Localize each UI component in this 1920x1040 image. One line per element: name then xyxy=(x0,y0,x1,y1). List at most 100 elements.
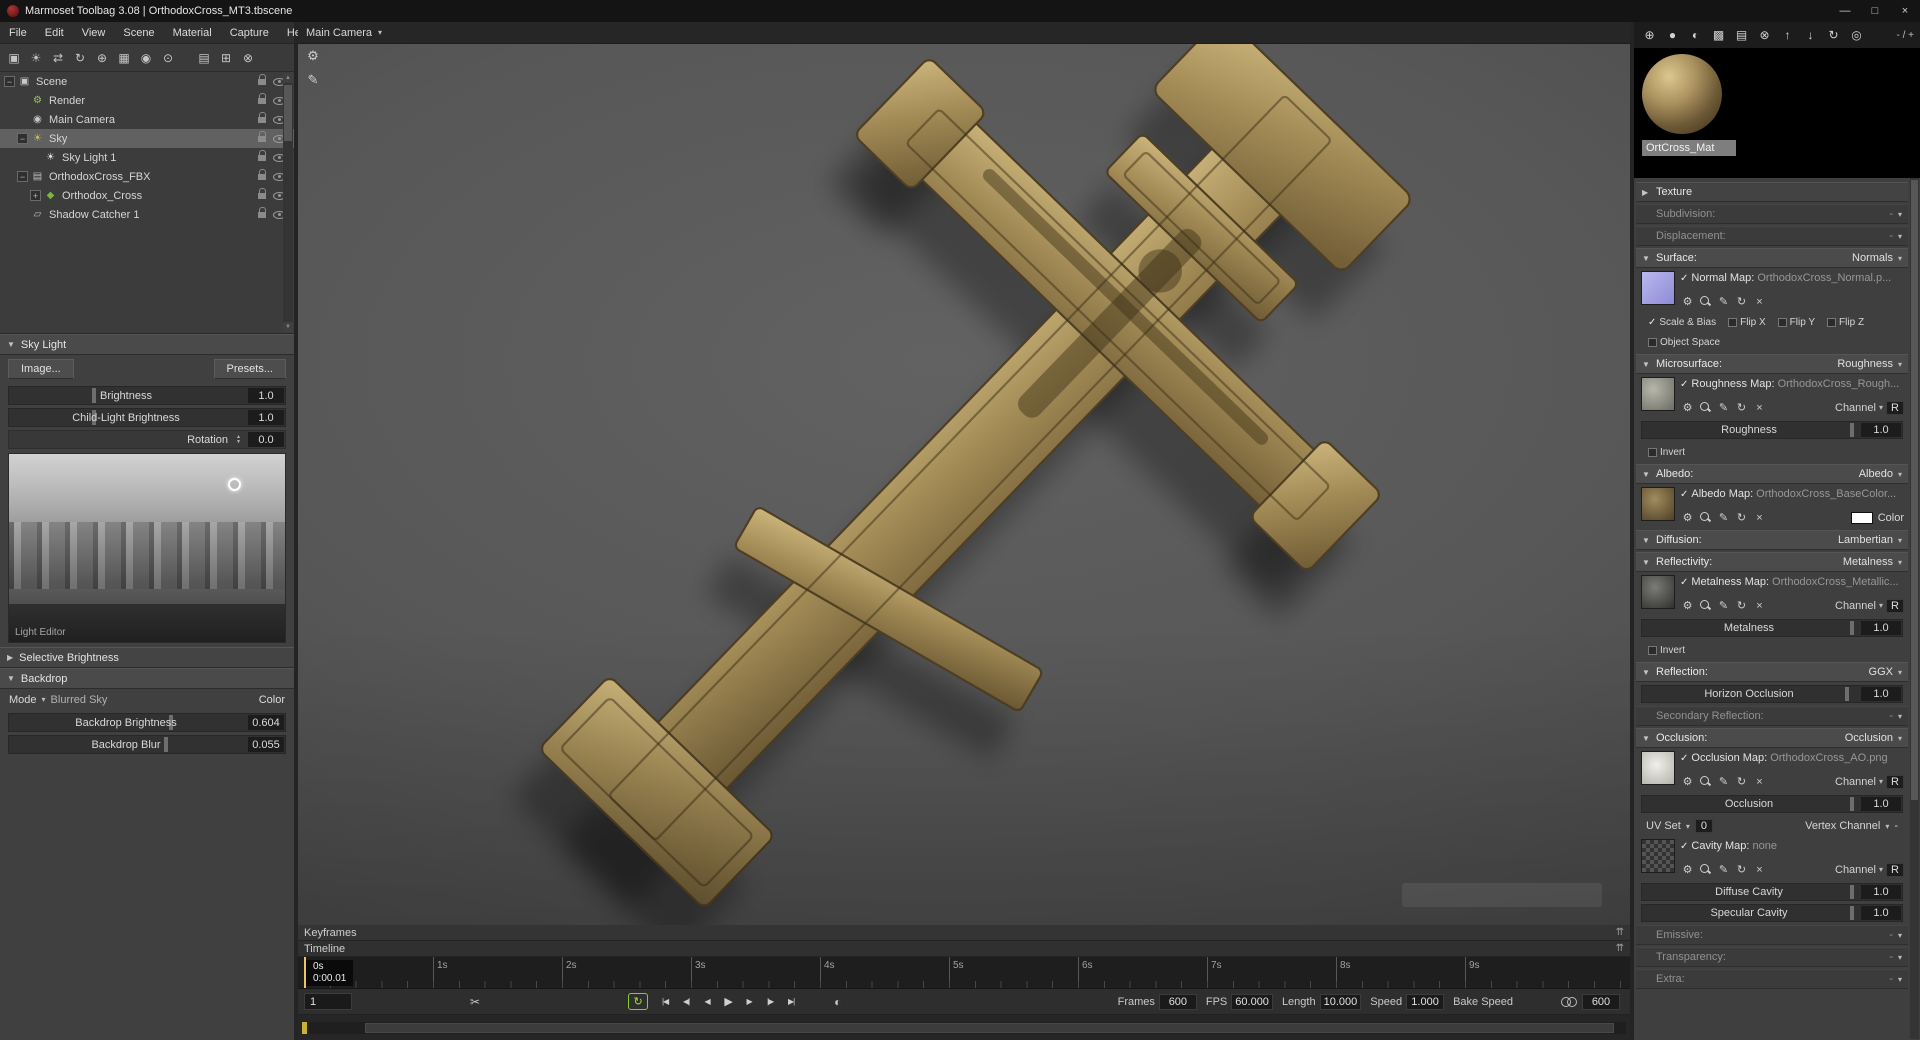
reload-icon[interactable]: ↻ xyxy=(1734,774,1749,789)
material-section-secondary-reflection[interactable]: Secondary Reflection: - ▾ xyxy=(1636,706,1908,726)
duplicate-icon[interactable]: ⊞ xyxy=(216,48,236,68)
sphere-preview-icon[interactable]: ● xyxy=(1663,26,1682,45)
tree-row-scene[interactable]: − ▣ Scene xyxy=(0,72,294,91)
lock-icon[interactable] xyxy=(258,168,266,180)
material-section-subdivision[interactable]: Subdivision: - ▾ xyxy=(1636,204,1908,224)
sky-preview-image[interactable]: Light Editor xyxy=(8,453,286,643)
scroll-down-icon[interactable]: ▼ xyxy=(283,322,293,332)
field-value[interactable]: 1.000 xyxy=(1406,993,1445,1010)
menu-item-material[interactable]: Material xyxy=(164,22,221,44)
slider-value[interactable]: 1.0 xyxy=(1861,687,1901,701)
section-mode-dropdown[interactable]: Occlusion ▾ xyxy=(1845,732,1902,744)
collapse-chevrons-icon[interactable]: ⇈ xyxy=(1616,927,1624,938)
translate-tool-icon[interactable]: ⇄ xyxy=(48,48,68,68)
section-mode-dropdown[interactable]: - ▾ xyxy=(1889,973,1902,985)
slider-value[interactable]: 1.0 xyxy=(1861,885,1901,899)
go-to-end-button[interactable]: ▶| xyxy=(782,993,800,1010)
slider-value[interactable]: 0.604 xyxy=(248,715,284,730)
material-name[interactable]: OrtCross_Mat xyxy=(1642,140,1736,156)
magnifier-icon[interactable] xyxy=(1698,598,1713,613)
lock-icon[interactable] xyxy=(258,111,266,123)
section-mode-dropdown[interactable]: Metalness ▾ xyxy=(1843,556,1902,568)
section-mode-dropdown[interactable]: Roughness ▾ xyxy=(1837,358,1902,370)
uv-set-value[interactable]: 0 xyxy=(1694,819,1713,833)
bake-frames-value[interactable]: 600 xyxy=(1582,993,1620,1010)
lock-icon[interactable] xyxy=(258,149,266,161)
slider-value[interactable]: 1.0 xyxy=(1861,621,1901,635)
move-down-icon[interactable]: ↓ xyxy=(1801,26,1820,45)
tree-row-render[interactable]: ⚙ Render xyxy=(0,91,294,110)
pencil-icon[interactable]: ✎ xyxy=(1716,774,1731,789)
enabled-check-icon[interactable]: ✓ xyxy=(1680,841,1688,852)
backdrop-color-button[interactable]: Color xyxy=(259,694,285,706)
go-to-start-button[interactable]: |◀ xyxy=(656,993,674,1010)
clear-icon[interactable]: × xyxy=(1752,400,1767,415)
pencil-icon[interactable]: ✎ xyxy=(1716,510,1731,525)
collapse-chevrons-icon[interactable]: ⇈ xyxy=(1616,943,1624,954)
rotate-tool-icon[interactable]: ↻ xyxy=(70,48,90,68)
viewport-paint-icon[interactable]: ✎ xyxy=(304,72,322,88)
slider-diffuse-cavity[interactable]: Diffuse Cavity 1.0 xyxy=(1641,883,1903,901)
child-light-brightness-slider[interactable]: Child-Light Brightness 1.0 xyxy=(8,408,286,427)
gear-icon[interactable]: ⚙ xyxy=(1680,294,1695,309)
menu-item-file[interactable]: File xyxy=(0,22,36,44)
magnifier-icon[interactable] xyxy=(1698,294,1713,309)
menu-item-view[interactable]: View xyxy=(73,22,115,44)
reload-icon[interactable]: ↻ xyxy=(1734,862,1749,877)
clear-icon[interactable]: × xyxy=(1752,774,1767,789)
timeline-bar[interactable]: Timeline ⇈ xyxy=(298,941,1630,957)
checker-sphere-icon[interactable]: ▩ xyxy=(1709,26,1728,45)
channel-value[interactable]: R xyxy=(1886,400,1904,415)
scissors-icon[interactable]: ✂ xyxy=(470,995,480,1009)
slider-value[interactable]: 1.0 xyxy=(248,388,284,403)
new-material-icon[interactable]: ⊕ xyxy=(1640,26,1659,45)
pencil-icon[interactable]: ✎ xyxy=(1716,294,1731,309)
move-up-icon[interactable]: ↑ xyxy=(1778,26,1797,45)
section-mode-dropdown[interactable]: Albedo ▾ xyxy=(1859,468,1902,480)
pencil-icon[interactable]: ✎ xyxy=(1716,400,1731,415)
slider-value[interactable]: 1.0 xyxy=(1861,906,1901,920)
gear-icon[interactable]: ⚙ xyxy=(1680,774,1695,789)
expander-icon[interactable]: − xyxy=(17,171,28,182)
section-mode-dropdown[interactable]: - ▾ xyxy=(1889,929,1902,941)
material-section-reflectivity[interactable]: ▼ Reflectivity: Metalness ▾ xyxy=(1636,552,1908,572)
magnifier-icon[interactable] xyxy=(1698,774,1713,789)
menu-item-edit[interactable]: Edit xyxy=(36,22,73,44)
occlusion-map-thumbnail[interactable] xyxy=(1641,751,1675,785)
checkbox-flip-z[interactable]: Flip Z xyxy=(1827,317,1864,328)
magnifier-icon[interactable] xyxy=(1698,862,1713,877)
spinner-down-icon[interactable]: ▼ xyxy=(236,439,241,445)
scrollbar-thumb[interactable] xyxy=(284,85,292,141)
viewport-3d[interactable]: ⚙ ✎ xyxy=(298,44,1630,925)
timeline-ruler[interactable]: 0s 0:00.01 0s 1s 2s 3s 4s 5s 6s 7s 8s 9s xyxy=(298,957,1630,989)
library-icon[interactable]: ◎ xyxy=(1847,26,1866,45)
lock-icon[interactable] xyxy=(258,130,266,142)
material-section-reflection[interactable]: ▼ Reflection: GGX ▾ xyxy=(1636,662,1908,682)
enabled-check-icon[interactable]: ✓ xyxy=(1680,379,1688,390)
pivot-tool-icon[interactable]: ⊙ xyxy=(158,48,178,68)
preview-zoom-control[interactable]: - / + xyxy=(1896,30,1914,41)
frame-number-input[interactable]: 1 xyxy=(304,993,352,1010)
vertex-channel-dropdown[interactable]: Vertex Channel ▾ - xyxy=(1805,820,1898,832)
expander-icon[interactable]: − xyxy=(4,76,15,87)
select-tool-icon[interactable]: ▣ xyxy=(4,48,24,68)
range-start-marker[interactable] xyxy=(302,1021,307,1034)
channel-value[interactable]: R xyxy=(1886,862,1904,877)
lock-icon[interactable] xyxy=(258,92,266,104)
image-button[interactable]: Image... xyxy=(8,359,74,379)
reload-icon[interactable]: ↻ xyxy=(1734,294,1749,309)
reload-icon[interactable]: ↻ xyxy=(1734,400,1749,415)
cavity-map-thumbnail[interactable] xyxy=(1641,839,1675,873)
checkbox-invert[interactable]: Invert xyxy=(1648,447,1685,458)
material-section-surface[interactable]: ▼ Surface: Normals ▾ xyxy=(1636,248,1908,268)
reload-icon[interactable]: ↻ xyxy=(1734,510,1749,525)
section-mode-dropdown[interactable]: - ▾ xyxy=(1889,710,1902,722)
material-section-displacement[interactable]: Displacement: - ▾ xyxy=(1636,226,1908,246)
prev-frame-button[interactable]: ◀ xyxy=(698,993,716,1010)
sky-light-handle[interactable] xyxy=(228,478,241,491)
backdrop-brightness-slider[interactable]: Backdrop Brightness 0.604 xyxy=(8,713,286,732)
enabled-check-icon[interactable]: ✓ xyxy=(1680,273,1688,284)
slider-value[interactable]: 1.0 xyxy=(1861,423,1901,437)
section-mode-dropdown[interactable]: - ▾ xyxy=(1889,208,1902,220)
tree-row-shadow-catcher-1[interactable]: ▱ Shadow Catcher 1 xyxy=(0,205,294,224)
